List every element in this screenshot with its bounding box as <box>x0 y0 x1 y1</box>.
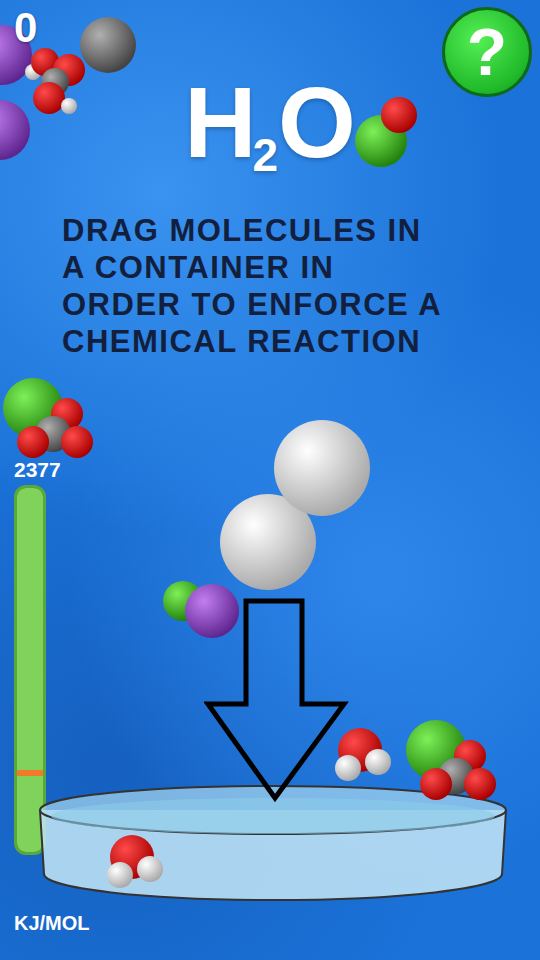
energy-unit: KJ/MOL <box>14 911 90 935</box>
instruction-line: CHEMICAL REACTION <box>62 323 540 360</box>
instructions: DRAG MOLECULES INA CONTAINER INORDER TO … <box>0 212 540 360</box>
chlorate-molecule[interactable] <box>348 662 540 862</box>
chlorate-molecule[interactable] <box>0 320 145 520</box>
game-screen: H2ODRAG MOLECULES INA CONTAINER INORDER … <box>0 0 540 960</box>
dish-icon <box>36 782 510 907</box>
energy-track <box>14 485 46 855</box>
h2-molecule[interactable] <box>195 405 395 605</box>
energy-reading: 2377 <box>14 458 61 482</box>
h2o-molecule[interactable] <box>32 757 232 957</box>
energy-fill <box>17 488 43 852</box>
instruction-line: DRAG MOLECULES IN <box>62 212 540 249</box>
score: 0 <box>14 4 37 52</box>
energy-marker <box>17 770 43 776</box>
instruction-line: ORDER TO ENFORCE A <box>62 286 540 323</box>
instruction-line: A CONTAINER IN <box>62 249 540 286</box>
sodium-molecule[interactable] <box>0 30 100 230</box>
nacl-molecule[interactable] <box>100 505 300 705</box>
carbon-molecule[interactable] <box>8 0 208 145</box>
help-button[interactable]: ? <box>442 7 532 97</box>
